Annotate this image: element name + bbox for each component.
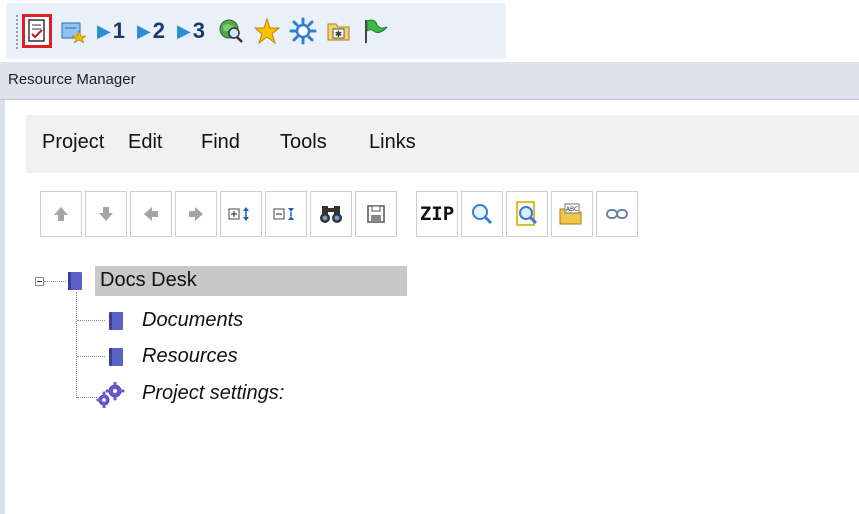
menu-project[interactable]: Project — [42, 131, 104, 154]
sun-settings-icon[interactable] — [288, 14, 318, 48]
move-left-button[interactable] — [130, 191, 172, 237]
jump-1-icon[interactable]: ▶ 1 — [96, 14, 126, 48]
save-button[interactable] — [355, 191, 397, 237]
book-icon — [68, 272, 82, 290]
book-icon — [109, 312, 123, 330]
move-right-button[interactable] — [175, 191, 217, 237]
tree-connector — [77, 356, 105, 357]
green-flag-icon[interactable] — [360, 14, 390, 48]
collapse-all-button[interactable] — [265, 191, 307, 237]
zip-icon: ZIP — [419, 203, 455, 225]
tree-item-label: Resources — [142, 345, 238, 367]
tree-item-label: Project settings: — [142, 382, 285, 404]
menu-bar: Project Edit Find Tools Links — [26, 115, 859, 173]
tree-item-resources[interactable]: Resources — [105, 344, 305, 372]
book-icon — [109, 348, 123, 366]
checklist-doc-icon[interactable] — [22, 14, 52, 48]
arrow-right-icon — [189, 207, 203, 221]
collapse-all-icon — [273, 208, 294, 220]
gears-icon — [96, 382, 125, 408]
tree-item-project-settings[interactable]: Project settings: — [95, 380, 355, 410]
tree-connector — [77, 397, 97, 398]
arrow-left-icon — [144, 207, 158, 221]
panel-title-bar: Resource Manager — [0, 62, 859, 100]
star-icon[interactable] — [252, 14, 282, 48]
quick-toolbar: ▶ 1 ▶ 2 ▶ 3 ✱ — [6, 3, 506, 59]
tree-item-documents[interactable]: Documents — [105, 308, 305, 336]
tree-connector — [77, 320, 105, 321]
search-button[interactable] — [461, 191, 503, 237]
panel-left-border — [0, 100, 5, 514]
panel-title: Resource Manager — [8, 71, 136, 88]
menu-tools[interactable]: Tools — [280, 131, 327, 154]
menu-find[interactable]: Find — [201, 131, 240, 154]
svg-text:ABC: ABC — [566, 206, 578, 213]
preview-button[interactable] — [506, 191, 548, 237]
folder-star-icon[interactable]: ✱ — [324, 14, 354, 48]
preview-doc-icon — [516, 201, 538, 226]
arrow-down-icon — [99, 207, 113, 221]
tree-item-label: Documents — [142, 309, 244, 331]
tree-connector — [76, 292, 77, 398]
tree-collapse-toggle[interactable] — [35, 277, 44, 286]
move-up-button[interactable] — [40, 191, 82, 237]
magnifier-icon — [472, 204, 493, 225]
expand-all-button[interactable] — [220, 191, 262, 237]
arrow-up-icon — [54, 207, 68, 221]
favorites-book-icon[interactable] — [58, 14, 88, 48]
svg-text:✱: ✱ — [335, 30, 343, 40]
zip-button[interactable]: ZIP — [416, 191, 458, 237]
binoculars-icon — [320, 206, 342, 223]
jump-3-icon[interactable]: ▶ 3 — [176, 14, 206, 48]
link-button[interactable] — [596, 191, 638, 237]
spellcheck-button[interactable]: ABC — [551, 191, 593, 237]
jump-2-icon[interactable]: ▶ 2 — [136, 14, 166, 48]
tree-root-label: Docs Desk — [100, 269, 197, 291]
spellcheck-folder-icon: ABC — [559, 203, 582, 225]
globe-search-icon[interactable] — [216, 14, 246, 48]
tree-root-node[interactable]: Docs Desk — [95, 266, 407, 296]
link-icon — [606, 209, 628, 219]
toolbar-grip[interactable] — [15, 14, 19, 50]
expand-all-icon — [228, 207, 249, 221]
find-button[interactable] — [310, 191, 352, 237]
quick-toolbar-area: ▶ 1 ▶ 2 ▶ 3 ✱ — [0, 0, 859, 62]
save-icon — [367, 205, 385, 223]
menu-edit[interactable]: Edit — [128, 131, 162, 154]
menu-links[interactable]: Links — [369, 131, 416, 154]
move-down-button[interactable] — [85, 191, 127, 237]
tree-connector — [44, 281, 66, 282]
